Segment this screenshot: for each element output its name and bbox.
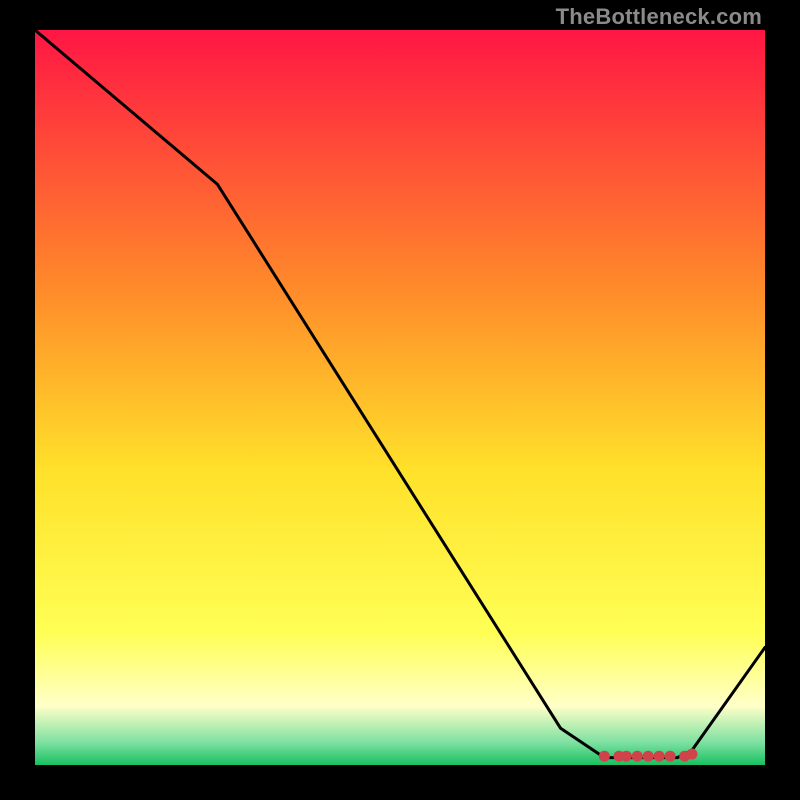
gradient-background — [35, 30, 765, 765]
marker-point — [599, 751, 610, 762]
chart-svg — [35, 30, 765, 765]
watermark-text: TheBottleneck.com — [556, 4, 762, 30]
marker-point — [632, 751, 643, 762]
marker-point — [654, 751, 665, 762]
plot-area — [35, 30, 765, 765]
chart-frame: TheBottleneck.com — [0, 0, 800, 800]
marker-point — [665, 751, 676, 762]
marker-point — [621, 751, 632, 762]
marker-point — [643, 751, 654, 762]
marker-point — [687, 749, 698, 760]
